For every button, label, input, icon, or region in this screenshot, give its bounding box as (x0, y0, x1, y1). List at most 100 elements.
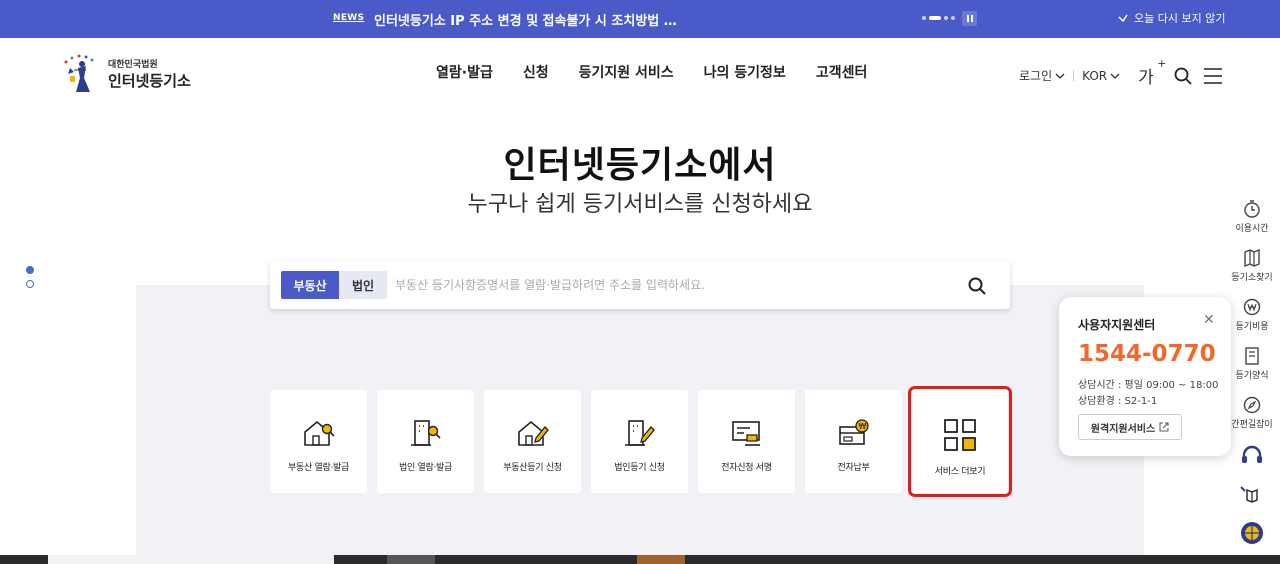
news-dot[interactable] (922, 16, 926, 20)
document-icon (1245, 347, 1259, 365)
address-search-input[interactable] (395, 271, 955, 299)
map-icon (1244, 249, 1260, 267)
taskbar-item[interactable] (637, 555, 685, 564)
house-search-icon (303, 420, 335, 446)
quick-service-cards: 부동산 열람·발급 법인 열람·발급 부동산등기 신청 법인등기 신청 전자신청… (270, 386, 1012, 497)
card-label: 법인 열람·발급 (398, 463, 452, 473)
nav-item-support-service[interactable]: 등기지원 서비스 (579, 62, 674, 82)
card-label: 부동산 열람·발급 (288, 463, 349, 473)
card-e-signature[interactable]: 전자신청 서명 (698, 390, 795, 493)
close-icon[interactable]: ✕ (1203, 312, 1215, 328)
card-realestate-view[interactable]: 부동산 열람·발급 (270, 390, 367, 493)
plus-icon: + (1157, 57, 1167, 70)
search-box: 부동산 법인 (270, 261, 1010, 309)
house-edit-icon (517, 420, 549, 446)
language-label: KOR (1082, 68, 1108, 83)
quick-label: 이용시간 (1235, 224, 1269, 234)
news-link[interactable]: 인터넷등기소 IP 주소 변경 및 접속불가 시 조치방법 … (374, 10, 677, 29)
dont-show-today-label: 오늘 다시 보지 않기 (1134, 12, 1226, 25)
pause-button[interactable] (962, 11, 977, 26)
clock-icon (1244, 200, 1260, 218)
remote-support-button[interactable]: 원격지원서비스 (1078, 414, 1182, 440)
search-icon (968, 277, 986, 295)
quick-usage-hours[interactable]: 이용시간 (1224, 200, 1280, 249)
font-size-label: 가 (1138, 68, 1154, 88)
menu-icon[interactable] (1203, 67, 1222, 84)
tab-realestate[interactable]: 부동산 (281, 271, 339, 299)
card-label: 전자납부 (837, 463, 870, 473)
card-label: 서비스 더보기 (934, 467, 986, 477)
card-label: 부동산등기 신청 (503, 463, 562, 473)
os-taskbar (0, 555, 1280, 564)
quick-find-registry[interactable]: 등기소찾기 (1224, 249, 1280, 298)
language-dropdown[interactable]: KOR (1082, 69, 1120, 83)
taskbar-item[interactable] (387, 555, 435, 564)
svg-text:₩: ₩ (858, 422, 866, 431)
card-realestate-apply[interactable]: 부동산등기 신청 (484, 390, 581, 493)
card-corp-apply[interactable]: 법인등기 신청 (591, 390, 688, 493)
building-search-icon (410, 420, 441, 446)
support-hours: 상담시간 : 평일 09:00 ~ 18:00 (1078, 380, 1219, 391)
quick-chatbot[interactable] (1224, 445, 1280, 483)
remote-support-label: 원격지원서비스 (1090, 423, 1156, 435)
news-pagination[interactable] (922, 16, 955, 20)
external-link-icon (1159, 422, 1169, 432)
popup-title: 사용자지원센터 (1078, 318, 1156, 332)
logo-small-text: 대한민국법원 (108, 60, 158, 70)
nav-item-my-info[interactable]: 나의 등기정보 (704, 62, 786, 82)
card-e-payment[interactable]: ₩ 전자납부 (805, 390, 902, 493)
section-dot-active[interactable] (26, 266, 34, 274)
site-logo[interactable]: 대한민국법원 인터넷등기소 (60, 54, 191, 94)
quick-globe[interactable] (1224, 521, 1280, 551)
logo-big-text: 인터넷등기소 (108, 72, 191, 90)
news-dot-active[interactable] (929, 16, 941, 20)
news-dot[interactable] (951, 16, 955, 20)
court-emblem-icon (64, 54, 94, 92)
header: 대한민국법원 인터넷등기소 열람·발급 신청 등기지원 서비스 나의 등기정보 … (0, 38, 1280, 108)
search-icon[interactable] (1174, 67, 1192, 85)
quick-manual[interactable] (1224, 483, 1280, 521)
login-label: 로그인 (1019, 69, 1053, 83)
nav-item-apply[interactable]: 신청 (523, 62, 549, 82)
main-nav: 열람·발급 신청 등기지원 서비스 나의 등기정보 고객센터 (436, 62, 867, 82)
utility-menu: 로그인 KOR 가 + (1019, 57, 1222, 88)
quick-label: 등기양식 (1235, 371, 1269, 381)
quick-label: 등기소찾기 (1231, 273, 1273, 283)
nav-item-view-issue[interactable]: 열람·발급 (436, 62, 493, 82)
taskbar-item[interactable] (48, 555, 334, 564)
won-icon (1243, 298, 1261, 316)
news-label: NEWS (333, 13, 365, 23)
search-button[interactable] (964, 273, 990, 299)
support-env: 상담환경 : S2-1-1 (1078, 396, 1158, 407)
signature-icon (731, 421, 760, 446)
divider (1073, 70, 1075, 81)
section-dot[interactable] (26, 280, 34, 288)
card-more-services[interactable]: 서비스 더보기 (908, 386, 1012, 497)
top-notice-bar: NEWS 인터넷등기소 IP 주소 변경 및 접속불가 시 조치방법 … 오늘 … (0, 0, 1280, 38)
dont-show-today-button[interactable]: 오늘 다시 보지 않기 (1118, 10, 1225, 26)
news-dot[interactable] (944, 16, 948, 20)
hero-subtitle: 누구나 쉽게 등기서비스를 신청하세요 (467, 192, 813, 217)
quick-easy-guide[interactable]: 간편길잡이 (1224, 396, 1280, 445)
chevron-down-icon (1110, 73, 1120, 79)
nav-item-customer-center[interactable]: 고객센터 (816, 62, 868, 82)
globe-icon (1241, 522, 1263, 544)
font-size-button[interactable]: 가 + (1138, 57, 1166, 88)
login-dropdown[interactable]: 로그인 (1019, 67, 1065, 84)
quick-registry-cost[interactable]: 등기비용 (1224, 298, 1280, 347)
hero-title: 인터넷등기소에서 (503, 145, 777, 186)
card-corp-view[interactable]: 법인 열람·발급 (377, 390, 474, 493)
card-label: 전자신청 서명 (721, 463, 772, 473)
support-phone-number: 1544-0770 (1078, 341, 1216, 367)
quick-label: 간편길잡이 (1231, 420, 1273, 430)
quick-registry-forms[interactable]: 등기양식 (1224, 347, 1280, 396)
section-pagination[interactable] (26, 266, 34, 294)
building-edit-icon (624, 420, 655, 446)
support-center-popup: 사용자지원센터 ✕ 1544-0770 상담시간 : 평일 09:00 ~ 18… (1059, 297, 1231, 456)
headset-icon (1242, 445, 1262, 463)
quick-label: 등기비용 (1235, 322, 1269, 332)
book-icon (1240, 485, 1263, 505)
tab-corporation[interactable]: 법인 (339, 271, 387, 299)
compass-icon (1243, 396, 1261, 414)
card-label: 법인등기 신청 (614, 463, 665, 473)
